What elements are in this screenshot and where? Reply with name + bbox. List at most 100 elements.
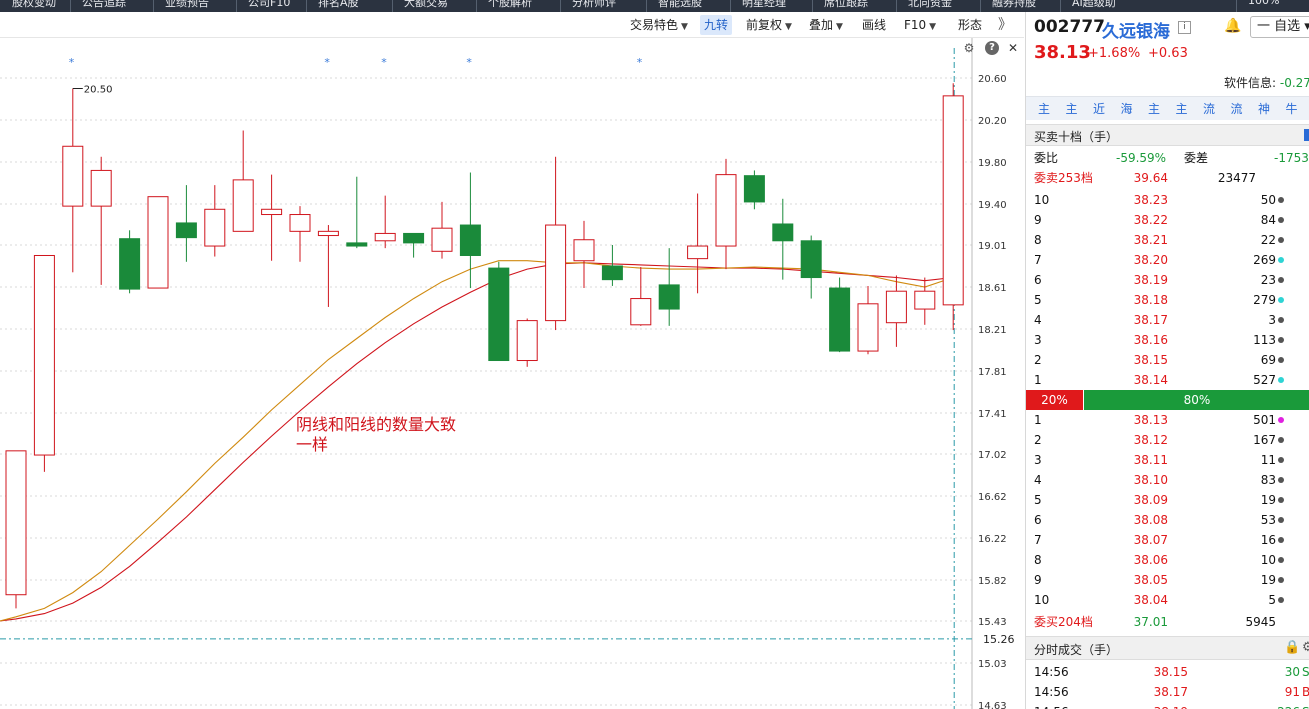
close-icon[interactable]: ✕	[1006, 41, 1020, 55]
stock-name[interactable]: 久远银海	[1102, 17, 1170, 42]
level-number: 10	[1034, 593, 1050, 607]
concept-tag[interactable]: 主	[1172, 100, 1192, 118]
level-volume: 69	[1260, 353, 1276, 367]
candle-body	[488, 267, 510, 362]
sell-level-row[interactable]: 10 38.23 50	[1026, 190, 1309, 210]
sector-info[interactable]: 软件信息: -0.27%	[1224, 74, 1309, 91]
level-price: 38.12	[1133, 433, 1168, 447]
add-watchlist-button[interactable]: 一 自选 ▾	[1250, 16, 1309, 38]
draw-line-button[interactable]: 画线	[858, 15, 890, 35]
candle-body	[261, 208, 283, 216]
concept-tag[interactable]: 主	[1034, 100, 1054, 118]
toggle-icon[interactable]	[1304, 129, 1309, 141]
concept-tag[interactable]: 主	[1144, 100, 1164, 118]
concept-tag[interactable]: 流	[1227, 100, 1247, 118]
help-icon[interactable]: ?	[985, 41, 999, 55]
top-nav-item[interactable]: 业绩预告	[165, 0, 209, 10]
level-volume: 16	[1260, 533, 1276, 547]
bell-icon[interactable]: 🔔	[1224, 18, 1242, 36]
y-tick-label: 17.81	[978, 367, 1007, 378]
candle	[403, 232, 425, 258]
concept-tag[interactable]: 流	[1199, 100, 1219, 118]
candle	[374, 195, 396, 249]
forward-adjust-button[interactable]: 前复权 ▼	[742, 15, 796, 35]
volume-dot-icon	[1278, 557, 1284, 563]
lock-icon[interactable]: 🔒	[1284, 640, 1300, 655]
candle-body	[573, 239, 595, 262]
settings-icon[interactable]: ⚙	[962, 41, 976, 55]
top-nav-item[interactable]: 公司F10	[248, 0, 290, 10]
kline-chart[interactable]: 20.60 20.20 19.80 19.40 19.01 18.61 18.21 17.81…	[0, 38, 1024, 709]
level-volume: 501	[1253, 413, 1276, 427]
top-nav-item[interactable]: AI超级助	[1072, 0, 1116, 10]
buy-level-row[interactable]: 3 38.11 11	[1026, 450, 1309, 470]
pattern-button[interactable]: 形态	[954, 15, 986, 35]
sell-level-row[interactable]: 1 38.14 527	[1026, 370, 1309, 390]
buy-level-row[interactable]: 9 38.05 19	[1026, 570, 1309, 590]
top-nav-item[interactable]: 公告追踪	[82, 0, 126, 10]
trade-direction: S	[1302, 665, 1309, 679]
sell-level-row[interactable]: 7 38.20 269	[1026, 250, 1309, 270]
top-nav-item[interactable]: 明星经理	[742, 0, 786, 10]
orderbook-title: 买卖十档（手）	[1034, 130, 1119, 144]
top-nav-item[interactable]: 100%	[1248, 0, 1279, 7]
buy-level-row[interactable]: 6 38.08 53	[1026, 510, 1309, 530]
level-price: 38.22	[1133, 213, 1168, 227]
overlay-button[interactable]: 叠加 ▼	[805, 15, 847, 35]
chart-toolbar: 交易特色 ▼ 九转 前复权 ▼ 叠加 ▼ 画线 F10 ▼ 形态 》	[0, 12, 1024, 38]
top-nav-item[interactable]: 智能选股	[658, 0, 702, 10]
expand-icon[interactable]: 》	[998, 14, 1012, 34]
buy-level-row[interactable]: 4 38.10 83	[1026, 470, 1309, 490]
gear-icon[interactable]: ⚙	[1302, 640, 1309, 655]
y-tick-label: 15.43	[978, 617, 1007, 628]
buy-level-row[interactable]: 10 38.04 5	[1026, 590, 1309, 610]
top-nav-item[interactable]: 股权变动	[12, 0, 56, 10]
sell-level-row[interactable]: 4 38.17 3	[1026, 310, 1309, 330]
top-nav-item[interactable]: 排名A股	[318, 0, 359, 10]
y-tick-label: 18.21	[978, 325, 1007, 336]
top-nav-item[interactable]: 个股解析	[488, 0, 532, 10]
candle-body	[175, 222, 197, 239]
buy-level-row[interactable]: 5 38.09 19	[1026, 490, 1309, 510]
volume-dot-icon	[1278, 257, 1284, 263]
sell-level-row[interactable]: 6 38.19 23	[1026, 270, 1309, 290]
candle-body	[715, 174, 737, 247]
candle-body	[800, 240, 822, 279]
candle	[5, 450, 27, 609]
volume-dot-icon	[1278, 357, 1284, 363]
buy-level-row[interactable]: 8 38.06 10	[1026, 550, 1309, 570]
nine-turn-button[interactable]: 九转	[700, 15, 733, 35]
info-icon[interactable]: i	[1178, 21, 1191, 34]
f10-button[interactable]: F10 ▼	[900, 15, 940, 35]
buy-level-row[interactable]: 7 38.07 16	[1026, 530, 1309, 550]
sell-level-row[interactable]: 5 38.18 279	[1026, 290, 1309, 310]
sell-level-row[interactable]: 8 38.21 22	[1026, 230, 1309, 250]
candle-body	[33, 254, 55, 456]
candle	[516, 318, 538, 367]
top-nav-item[interactable]: 席位跟踪	[824, 0, 868, 10]
level-number: 1	[1034, 373, 1042, 387]
volume-dot-icon	[1278, 457, 1284, 463]
level-price: 38.17	[1133, 313, 1168, 327]
concept-tag[interactable]: 近	[1089, 100, 1109, 118]
sell-level-row[interactable]: 3 38.16 113	[1026, 330, 1309, 350]
top-nav-item[interactable]: 大额交易	[404, 0, 448, 10]
trade-feature-button[interactable]: 交易特色 ▼	[626, 15, 692, 35]
concept-tag[interactable]: 牛	[1282, 100, 1302, 118]
change-amount: +0.63	[1148, 46, 1188, 61]
reference-label: 15.26	[983, 633, 1015, 646]
level-price: 38.13	[1133, 413, 1168, 427]
concept-tag[interactable]: 神	[1254, 100, 1274, 118]
sell-level-row[interactable]: 9 38.22 84	[1026, 210, 1309, 230]
top-nav-item[interactable]: 分析师评	[572, 0, 616, 10]
concept-tag[interactable]: 海	[1117, 100, 1137, 118]
candle-body	[62, 145, 84, 207]
top-nav-item[interactable]: 北向资金	[908, 0, 952, 10]
buy-level-row[interactable]: 2 38.12 167	[1026, 430, 1309, 450]
level-volume: 11	[1260, 453, 1276, 467]
top-nav-item[interactable]: 融券持股	[992, 0, 1036, 10]
sell-level-row[interactable]: 2 38.15 69	[1026, 350, 1309, 370]
buy-level-row[interactable]: 1 38.13 501	[1026, 410, 1309, 430]
level-price: 38.04	[1133, 593, 1168, 607]
concept-tag[interactable]: 主	[1062, 100, 1082, 118]
